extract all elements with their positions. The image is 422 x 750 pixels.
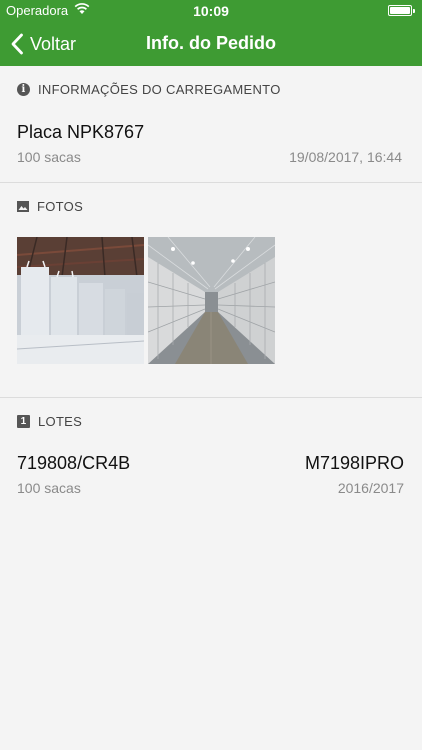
battery-icon: [388, 5, 415, 16]
lot-code: 719808/CR4B: [17, 453, 131, 473]
plate-label: Placa NPK8767: [17, 122, 145, 142]
divider: [0, 182, 422, 183]
image-icon: [17, 201, 29, 212]
navigation-bar: Voltar Info. do Pedido: [0, 22, 422, 66]
lots-section-header: 1 LOTES: [17, 414, 82, 429]
loading-section-title: INFORMAÇÕES DO CARREGAMENTO: [38, 82, 281, 97]
photos-section-header: FOTOS: [17, 199, 83, 214]
info-icon: i: [17, 83, 30, 96]
warehouse-bags-photo[interactable]: [17, 237, 144, 364]
status-bar: Operadora 10:09: [0, 0, 422, 22]
lots-count-icon: 1: [17, 415, 30, 428]
loading-datetime: 19/08/2017, 16:44: [289, 149, 402, 165]
page-title: Info. do Pedido: [146, 33, 276, 53]
loading-section-header: i INFORMAÇÕES DO CARREGAMENTO: [17, 82, 281, 97]
photos-section-title: FOTOS: [37, 199, 84, 214]
lot-season: 2016/2017: [337, 480, 404, 496]
bags-count: 100 sacas: [17, 149, 81, 165]
lots-section-title: LOTES: [38, 414, 83, 429]
warehouse-aisle-photo[interactable]: [148, 237, 275, 364]
top-bar: Operadora 10:09 Voltar Info. do Pedido: [0, 0, 422, 66]
clock: 10:09: [193, 3, 229, 19]
lot-bags-count: 100 sacas: [17, 480, 81, 496]
divider: [0, 397, 422, 398]
lot-variety: M7198IPRO: [304, 453, 404, 473]
